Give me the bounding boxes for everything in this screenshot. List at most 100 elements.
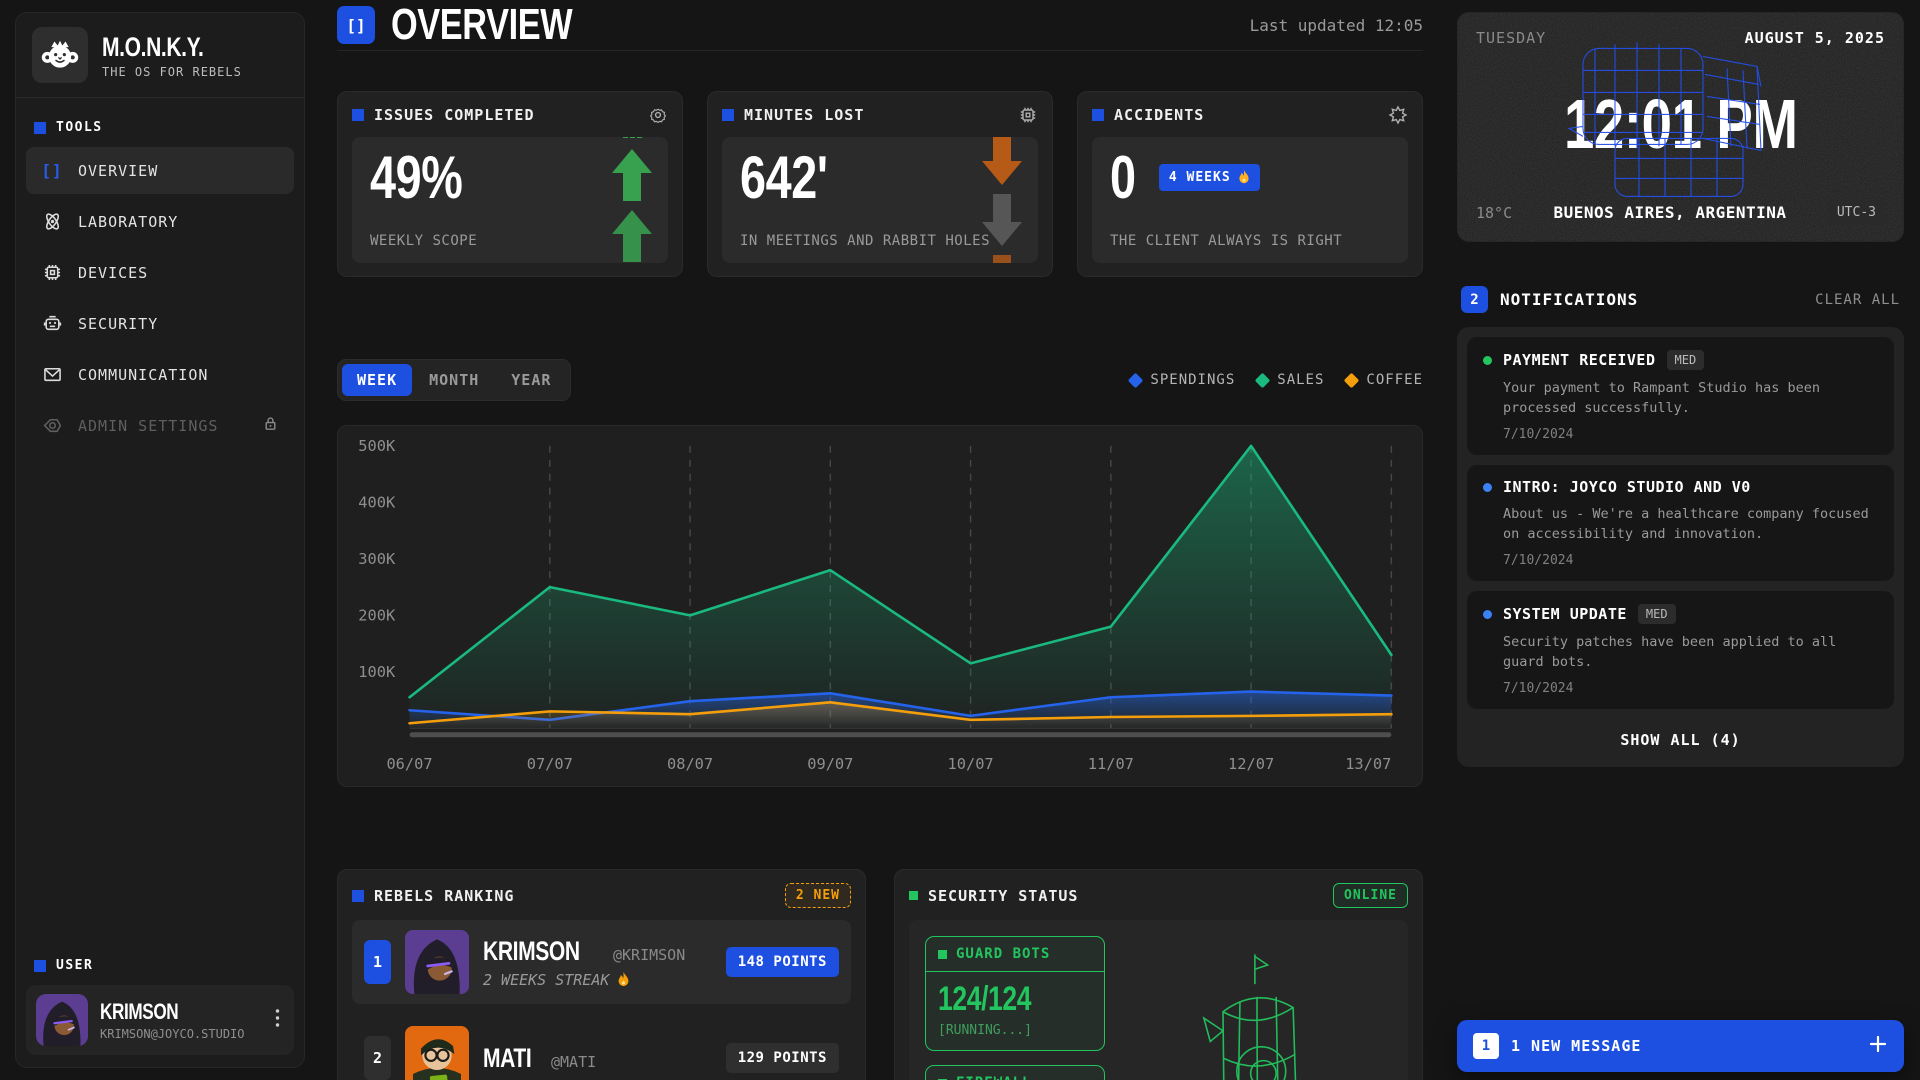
burst-icon[interactable] [1388, 105, 1408, 125]
streak-weeks-badge: 4 WEEKS [1159, 164, 1260, 191]
app-tagline: THE OS FOR REBELS [102, 65, 242, 79]
stats-row: ISSUES COMPLETED 49% WEEKLY SCOPE [337, 91, 1423, 277]
sidebar-item-laboratory[interactable]: LABORATORY [26, 198, 294, 245]
user-avatar [36, 994, 88, 1046]
avatar [405, 1026, 469, 1080]
svg-text:13/07: 13/07 [1345, 755, 1391, 773]
message-count-badge: 1 [1473, 1033, 1499, 1059]
notification-date: 7/10/2024 [1503, 427, 1878, 442]
new-count-badge: 2 NEW [785, 883, 851, 908]
stat-sublabel: IN MEETINGS AND RABBIT HOLES [740, 233, 1020, 249]
tab-month[interactable]: MONTH [414, 364, 494, 396]
points-badge: 129 POINTS [726, 1043, 839, 1073]
card-marker-icon [722, 109, 734, 121]
chip-icon[interactable] [1018, 105, 1038, 125]
sidebar-item-devices[interactable]: DEVICES [26, 249, 294, 296]
stat-card-accidents: ACCIDENTS 0 4 WEEKS [1077, 91, 1423, 277]
tab-year[interactable]: YEAR [496, 364, 566, 396]
chart-controls-row: WEEK MONTH YEAR SPENDINGS SALES COFFEE [337, 359, 1423, 401]
rank-badge: 2 [364, 1036, 391, 1080]
lock-icon [261, 414, 280, 437]
svg-text:500K: 500K [358, 437, 396, 455]
card-marker-icon [909, 891, 918, 900]
legend-spendings[interactable]: SPENDINGS [1130, 372, 1235, 388]
guard-bots-module: GUARD BOTS 124/124 [RUNNING...] [925, 936, 1105, 1051]
legend-sales[interactable]: SALES [1257, 372, 1324, 388]
firewall-module: FIREWALL [925, 1065, 1105, 1080]
tab-week[interactable]: WEEK [342, 364, 412, 396]
plus-icon[interactable] [1868, 1034, 1888, 1058]
robot-icon [40, 313, 64, 334]
notification-system-update[interactable]: SYSTEM UPDATE MED Security patches have … [1467, 591, 1894, 709]
notifications-count-badge: 2 [1461, 286, 1488, 313]
kebab-menu-icon[interactable] [271, 1004, 284, 1036]
avatar [405, 930, 469, 994]
clock-card: TUESDAY AUGUST 5, 2025 12:01 PM [1457, 12, 1904, 242]
monky-dashboard: M.O.N.K.Y. THE OS FOR REBELS TOOLS [] OV… [0, 0, 1920, 1080]
online-status-badge: ONLINE [1333, 883, 1408, 908]
notification-date: 7/10/2024 [1503, 681, 1878, 696]
stat-panel: 0 4 WEEKS THE CLIENT ALWAYS IS RIGHT [1092, 137, 1408, 263]
svg-text:11/07: 11/07 [1088, 755, 1134, 773]
ranking-title: REBELS RANKING [374, 887, 775, 905]
svg-text:06/07: 06/07 [386, 755, 432, 773]
gear-icon[interactable] [648, 105, 668, 125]
diamond-icon [1344, 372, 1360, 388]
card-marker-icon [1092, 109, 1104, 121]
rank-handle: @KRIMSON [613, 946, 685, 964]
security-panel: GUARD BOTS 124/124 [RUNNING...] FIREWALL [909, 920, 1408, 1080]
user-card[interactable]: KRIMSON KRIMSON@JOYCO.STUDIO [26, 985, 294, 1055]
show-all-button[interactable]: SHOW ALL (4) [1467, 719, 1894, 757]
rank-name: MATI [483, 1043, 531, 1074]
stat-title: ACCIDENTS [1114, 106, 1378, 124]
bottom-row: REBELS RANKING 2 NEW 1 [337, 869, 1423, 1080]
clear-all-button[interactable]: CLEAR ALL [1815, 292, 1900, 308]
stat-card-issues-completed: ISSUES COMPLETED 49% WEEKLY SCOPE [337, 91, 683, 277]
security-status-card: SECURITY STATUS ONLINE GUARD BOTS 124/12… [894, 869, 1423, 1080]
chip-icon [40, 262, 64, 283]
tools-label: TOOLS [56, 120, 103, 135]
ranking-row-1[interactable]: 1 KRIMSON [352, 920, 851, 1004]
user-name: KRIMSON [100, 999, 178, 1025]
stat-title: MINUTES LOST [744, 106, 1008, 124]
notification-intro-joyco[interactable]: INTRO: JOYCO STUDIO AND V0 About us - We… [1467, 465, 1894, 581]
notification-title: PAYMENT RECEIVED [1503, 351, 1656, 369]
notification-body: Security patches have been applied to al… [1503, 633, 1878, 672]
legend-label: COFFEE [1366, 372, 1423, 388]
chart-legend: SPENDINGS SALES COFFEE [1130, 372, 1423, 388]
guard-bot-wireframe-icon [1121, 936, 1392, 1080]
security-title: SECURITY STATUS [928, 887, 1323, 905]
app-identity: M.O.N.K.Y. THE OS FOR REBELS [102, 32, 242, 79]
svg-text:12/07: 12/07 [1228, 755, 1274, 773]
card-header: SECURITY STATUS ONLINE [909, 883, 1408, 908]
message-label: 1 NEW MESSAGE [1511, 1037, 1856, 1055]
tools-section-label: TOOLS [16, 98, 304, 147]
chart-scrollbar[interactable] [410, 732, 1392, 737]
new-message-bar[interactable]: 1 1 NEW MESSAGE [1457, 1020, 1904, 1072]
legend-coffee[interactable]: COFFEE [1346, 372, 1423, 388]
flame-icon [1238, 170, 1250, 185]
notification-payment-received[interactable]: PAYMENT RECEIVED MED Your payment to Ram… [1467, 337, 1894, 455]
mail-icon [40, 364, 64, 385]
sidebar-item-security[interactable]: SECURITY [26, 300, 294, 347]
stat-title: ISSUES COMPLETED [374, 106, 638, 124]
user-label: USER [56, 958, 93, 973]
status-dot [1483, 610, 1492, 619]
sidebar-item-overview[interactable]: [] OVERVIEW [26, 147, 294, 194]
page-title: OVERVIEW [391, 0, 572, 50]
notification-body: Your payment to Rampant Studio has been … [1503, 379, 1878, 418]
svg-text:100K: 100K [358, 663, 396, 681]
period-tab-group: WEEK MONTH YEAR [337, 359, 571, 401]
gear-icon [40, 415, 64, 436]
ranking-row-2[interactable]: 2 [352, 1016, 851, 1080]
module-label: FIREWALL [956, 1075, 1031, 1080]
sidebar-item-admin-settings[interactable]: ADMIN SETTINGS [26, 402, 294, 449]
stat-panel: 49% WEEKLY SCOPE [352, 137, 668, 263]
user-block: USER KRIMSON KRIMSON@JOYCO.STUDIO [16, 936, 304, 1067]
stat-value: 49% [370, 149, 463, 206]
module-label: GUARD BOTS [956, 946, 1050, 962]
notification-title: INTRO: JOYCO STUDIO AND V0 [1503, 478, 1751, 496]
sidebar: M.O.N.K.Y. THE OS FOR REBELS TOOLS [] OV… [15, 12, 305, 1068]
sidebar-item-communication[interactable]: COMMUNICATION [26, 351, 294, 398]
section-marker-icon [34, 960, 46, 972]
